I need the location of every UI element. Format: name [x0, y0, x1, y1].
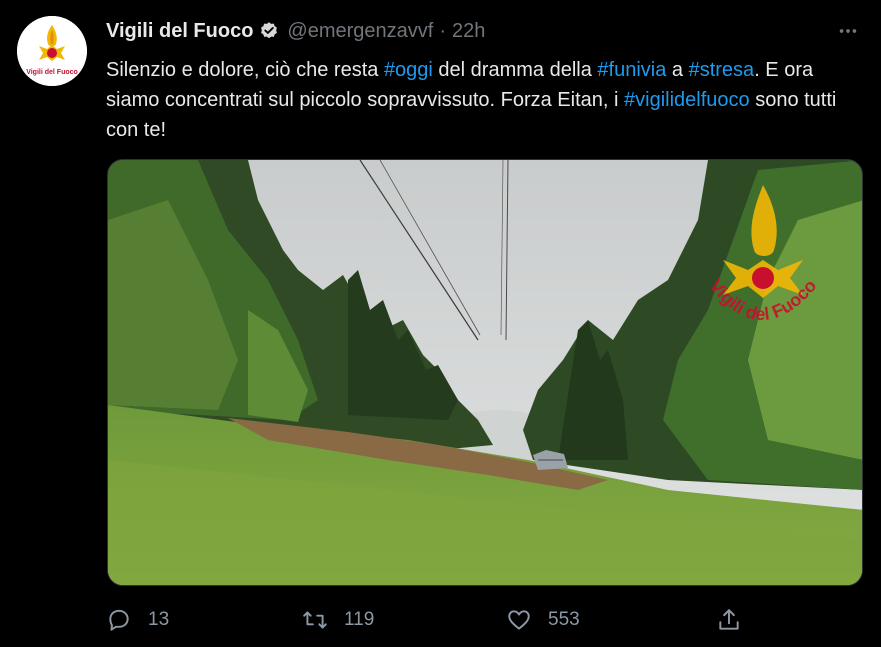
tweet-header: Vigili del Fuoco @emergenzavvf · 22h	[106, 14, 485, 48]
verified-badge-icon	[259, 21, 279, 41]
vvf-logo-icon: Vigili del Fuoco	[17, 16, 87, 86]
hashtag-link[interactable]: #stresa	[689, 59, 755, 81]
reply-icon	[109, 609, 129, 631]
like-count: 553	[548, 609, 580, 630]
avatar[interactable]: Vigili del Fuoco	[17, 16, 87, 86]
reply-button[interactable]: 13	[106, 603, 169, 637]
separator: ·	[439, 19, 447, 42]
tweet-text: Silenzio e dolore, ciò che resta #oggi d…	[106, 55, 856, 145]
like-button[interactable]: 553	[506, 603, 580, 637]
retweet-count: 119	[344, 609, 375, 630]
timestamp[interactable]: 22h	[452, 20, 485, 43]
hashtag-link[interactable]: #funivia	[597, 59, 666, 81]
more-button[interactable]	[833, 16, 863, 46]
retweet-icon	[303, 611, 327, 629]
cableway-forest-photo: Vigili del Fuoco	[108, 160, 862, 585]
share-button[interactable]	[716, 603, 742, 637]
hashtag-link[interactable]: #vigilidelfuoco	[624, 89, 750, 111]
avatar-caption: Vigili del Fuoco	[26, 69, 78, 76]
action-bar: 13 119 553	[106, 603, 746, 637]
tweet-image[interactable]: Vigili del Fuoco	[107, 159, 863, 586]
share-icon	[719, 609, 739, 630]
author-handle[interactable]: @emergenzavvf	[287, 20, 433, 43]
reply-count: 13	[148, 609, 170, 630]
retweet-button[interactable]: 119	[302, 603, 374, 637]
tweet-text-segment: a	[666, 59, 689, 81]
more-icon	[839, 29, 857, 33]
tweet-text-segment: Silenzio e dolore, ciò che resta	[106, 59, 384, 81]
hashtag-link[interactable]: #oggi	[384, 59, 433, 81]
author-name[interactable]: Vigili del Fuoco	[106, 20, 253, 43]
tweet-text-segment: del dramma della	[432, 59, 598, 81]
heart-icon	[508, 610, 530, 630]
